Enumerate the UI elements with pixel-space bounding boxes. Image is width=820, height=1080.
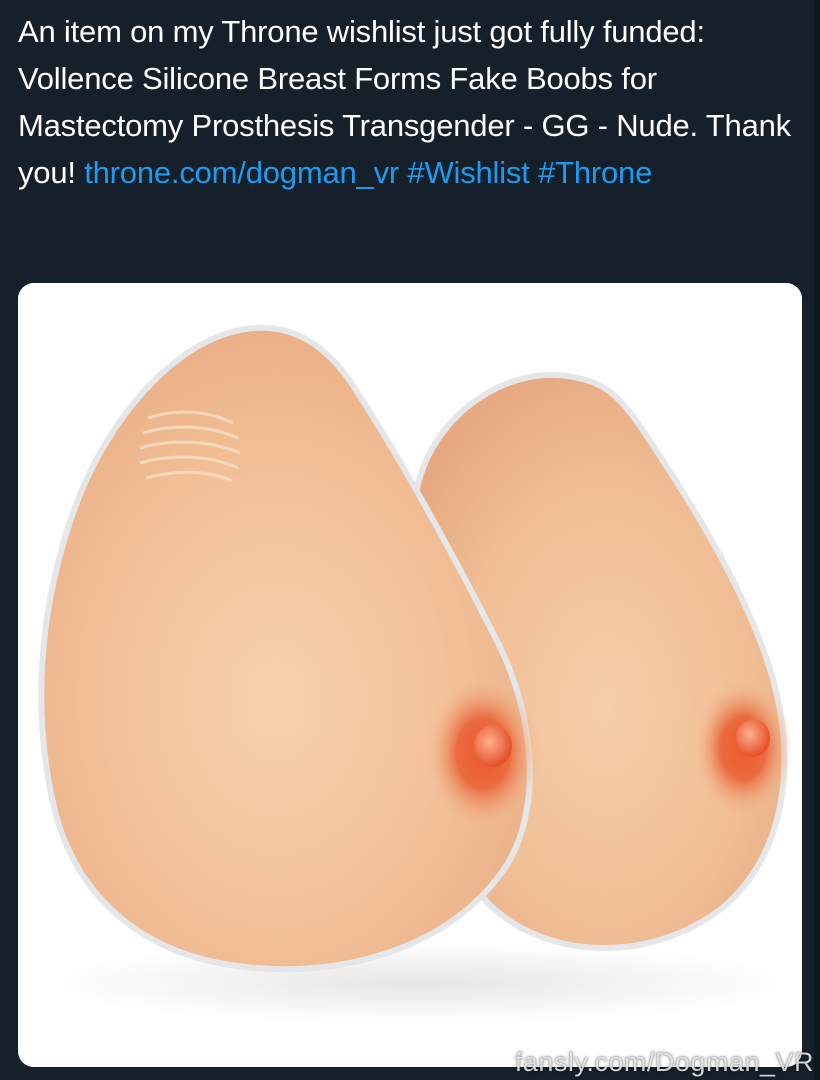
watermark: fansly.com/Dogman_VR	[514, 1047, 814, 1077]
floor-shadow	[38, 943, 798, 1023]
tweet-text: An item on my Throne wishlist just got f…	[18, 8, 808, 196]
hashtag-throne[interactable]: #Throne	[538, 155, 652, 190]
hashtag-wishlist[interactable]: #Wishlist	[407, 155, 529, 190]
product-photo	[18, 283, 802, 1067]
scroll-edge	[814, 0, 820, 1080]
tweet-media-image[interactable]	[18, 283, 802, 1067]
throne-link[interactable]: throne.com/dogman_vr	[84, 155, 399, 190]
